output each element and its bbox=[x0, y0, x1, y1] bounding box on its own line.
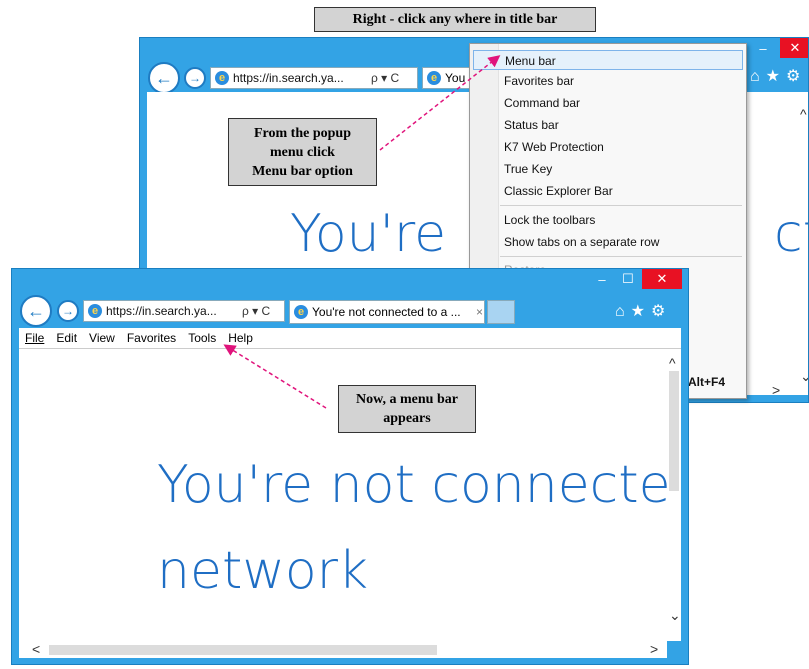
page-heading-line1: You're not connecte bbox=[157, 455, 671, 515]
callout-popup-hint: From the popup menu click Menu bar optio… bbox=[228, 118, 377, 186]
minimize-button[interactable]: – bbox=[590, 269, 614, 289]
scroll-left-button[interactable]: < bbox=[32, 641, 40, 657]
address-text: https://in.search.ya... bbox=[233, 71, 344, 85]
scroll-right-button[interactable]: > bbox=[772, 382, 780, 398]
menu-tools[interactable]: Tools bbox=[188, 331, 216, 345]
minimize-button[interactable]: – bbox=[750, 38, 776, 58]
toolbar-icons[interactable]: ⌂★⚙ bbox=[750, 66, 806, 86]
tab-close-icon[interactable]: × bbox=[476, 305, 483, 319]
search-refresh-controls[interactable]: ρ ▾ C bbox=[371, 71, 399, 85]
ie-logo-icon: e bbox=[215, 71, 229, 85]
scroll-down-button[interactable]: ⌄ bbox=[669, 607, 681, 624]
menu-item-status-bar[interactable]: Status bar bbox=[504, 115, 559, 135]
star-icon[interactable]: ★ bbox=[631, 303, 651, 320]
menu-item-favorites-bar[interactable]: Favorites bar bbox=[504, 71, 574, 91]
callout-menu-appears: Now, a menu bar appears bbox=[338, 385, 476, 433]
page-heading-back: You're bbox=[290, 204, 447, 264]
scroll-down-button[interactable]: ⌄ bbox=[800, 368, 808, 385]
callout-line: From the popup bbox=[254, 125, 351, 141]
scroll-up-button[interactable]: ^ bbox=[800, 106, 807, 122]
menu-item-lock-toolbars[interactable]: Lock the toolbars bbox=[504, 210, 595, 230]
tab-label: You're not connected to a ... bbox=[312, 305, 461, 319]
new-tab-button[interactable] bbox=[487, 300, 515, 324]
home-icon[interactable]: ⌂ bbox=[615, 303, 631, 320]
menu-favorites[interactable]: Favorites bbox=[127, 331, 176, 345]
gear-icon[interactable]: ⚙ bbox=[651, 303, 671, 320]
menu-item-menu-bar[interactable]: Menu bar bbox=[473, 50, 743, 70]
horizontal-scrollbar[interactable] bbox=[19, 641, 667, 658]
menu-item-show-tabs-separate-row[interactable]: Show tabs on a separate row bbox=[504, 232, 659, 252]
scroll-up-button[interactable]: ^ bbox=[669, 355, 676, 371]
tab-back[interactable]: e You bbox=[422, 67, 470, 89]
menu-bar: File Edit View Favorites Tools Help bbox=[19, 328, 681, 349]
address-bar[interactable]: e https://in.search.ya... ρ ▾ C bbox=[83, 300, 285, 322]
menu-view[interactable]: View bbox=[89, 331, 115, 345]
menu-item-command-bar[interactable]: Command bar bbox=[504, 93, 580, 113]
vertical-scrollbar[interactable] bbox=[667, 349, 681, 641]
tab-active[interactable]: e You're not connected to a ... × bbox=[289, 300, 485, 324]
menu-item-true-key[interactable]: True Key bbox=[504, 159, 552, 179]
page-heading-line2: network bbox=[157, 541, 369, 601]
menu-item-classic-explorer-bar[interactable]: Classic Explorer Bar bbox=[504, 181, 613, 201]
back-arrow-icon[interactable]: ← bbox=[148, 62, 180, 94]
page-heading-back-right: cte bbox=[774, 204, 808, 264]
callout-line: appears bbox=[383, 411, 431, 426]
scroll-right-button[interactable]: > bbox=[650, 641, 658, 657]
vertical-scroll-thumb[interactable] bbox=[669, 371, 679, 491]
forward-arrow-icon[interactable]: → bbox=[57, 300, 79, 322]
close-button[interactable]: ✕ bbox=[642, 269, 682, 289]
ie-logo-icon: e bbox=[88, 304, 102, 318]
back-arrow-icon[interactable]: ← bbox=[20, 295, 52, 327]
menu-separator bbox=[500, 256, 742, 257]
home-icon[interactable]: ⌂ bbox=[750, 68, 766, 85]
browser-window-front[interactable]: – ☐ ✕ ← → e https://in.search.ya... ρ ▾ … bbox=[11, 268, 689, 665]
menu-separator bbox=[500, 205, 742, 206]
callout-line: menu click bbox=[270, 144, 335, 160]
star-icon[interactable]: ★ bbox=[766, 68, 786, 85]
menu-item-close-shortcut[interactable]: Alt+F4 bbox=[688, 372, 725, 392]
tab-label: You bbox=[445, 71, 466, 85]
maximize-button[interactable]: ☐ bbox=[616, 269, 640, 289]
ie-logo-icon: e bbox=[294, 305, 308, 319]
gear-icon[interactable]: ⚙ bbox=[786, 68, 806, 85]
callout-line: Menu bar option bbox=[252, 163, 353, 179]
address-bar[interactable]: e https://in.search.ya... ρ ▾ C bbox=[210, 67, 418, 89]
menu-file[interactable]: File bbox=[25, 331, 44, 345]
menu-edit[interactable]: Edit bbox=[56, 331, 77, 345]
ie-logo-icon: e bbox=[427, 71, 441, 85]
close-button[interactable]: ✕ bbox=[780, 38, 808, 58]
forward-arrow-icon[interactable]: → bbox=[184, 67, 206, 89]
address-text: https://in.search.ya... bbox=[106, 304, 217, 318]
menu-item-k7-web-protection[interactable]: K7 Web Protection bbox=[504, 137, 604, 157]
menu-help[interactable]: Help bbox=[228, 331, 253, 345]
toolbar-icons[interactable]: ⌂★⚙ bbox=[615, 301, 671, 321]
instruction-banner: Right - click any where in title bar bbox=[314, 7, 596, 32]
callout-line: Now, a menu bar bbox=[356, 392, 458, 407]
search-refresh-controls[interactable]: ρ ▾ C bbox=[242, 304, 270, 318]
horizontal-scroll-thumb[interactable] bbox=[49, 645, 437, 655]
